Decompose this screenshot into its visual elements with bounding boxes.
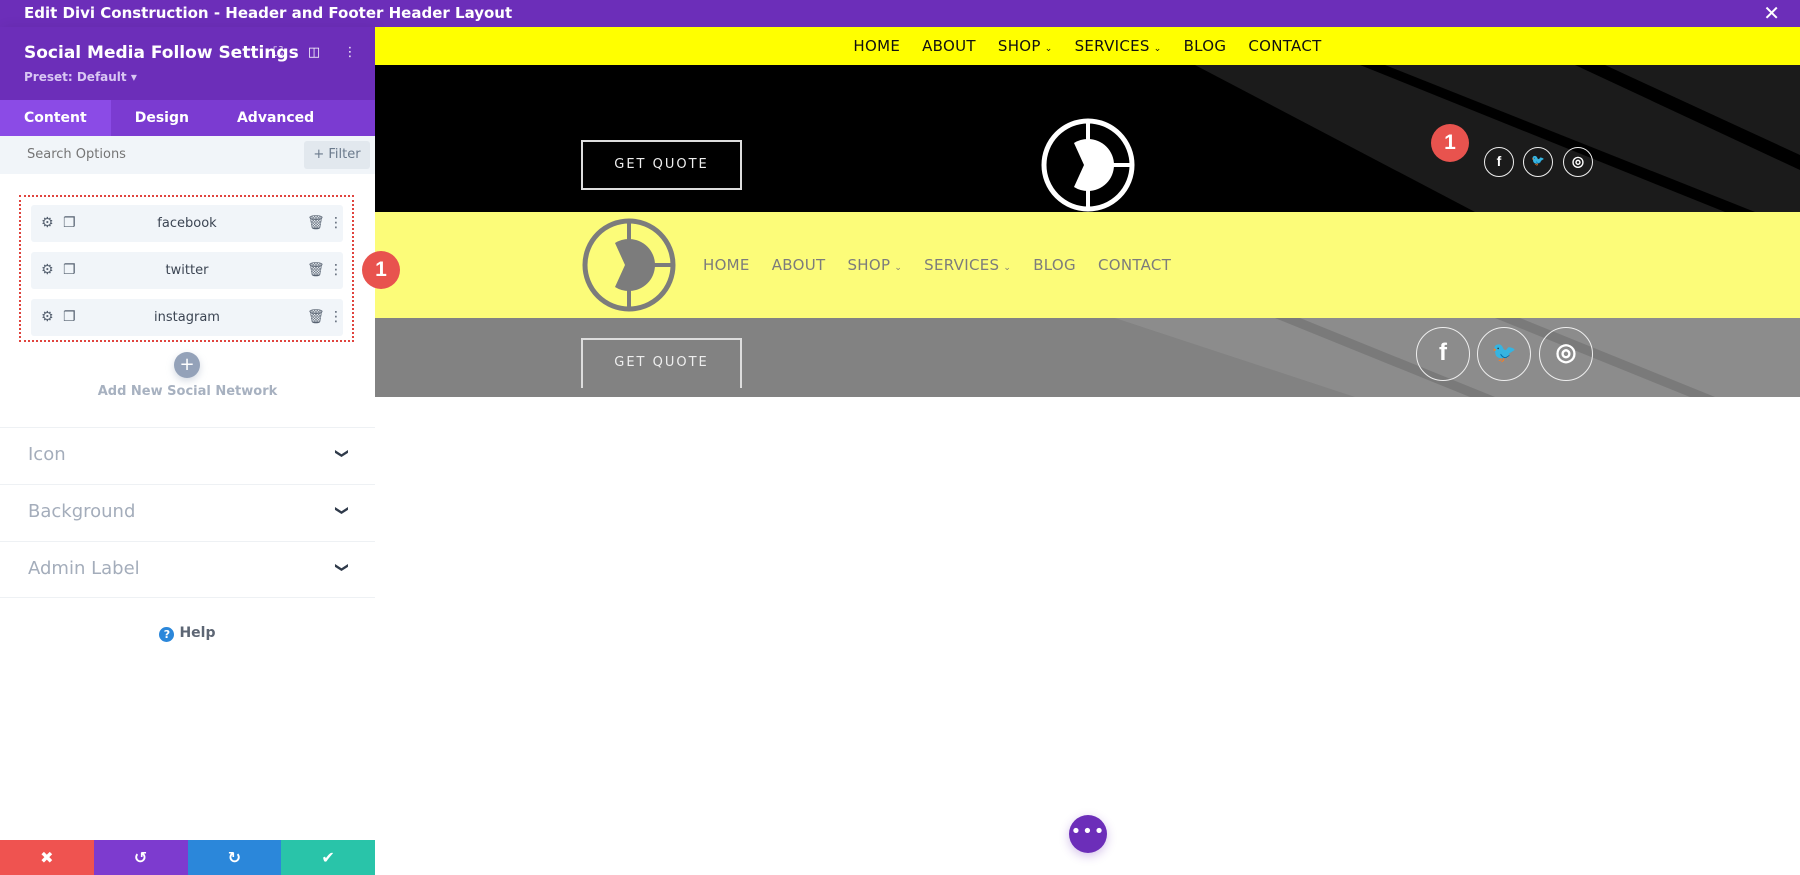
filter-button[interactable]: + Filter [304,141,370,169]
instagram-icon[interactable]: ◎ [1539,327,1593,381]
chevron-down-icon: ⌄ [1003,263,1012,273]
add-network-label[interactable]: Add New Social Network [0,384,375,399]
get-quote-button[interactable]: GET QUOTE [581,140,742,190]
accordion-label: Background [28,501,136,522]
nav-blog[interactable]: BLOG [1184,37,1227,55]
chevron-down-icon: ❯ [334,505,350,516]
fullscreen-icon[interactable]: ⛶ [271,45,285,60]
more-icon[interactable]: ⋮ [329,252,343,289]
nav-about[interactable]: ABOUT [922,37,976,55]
more-options-icon[interactable]: ⋮ [343,45,357,60]
trash-icon[interactable]: 🗑 [307,205,325,242]
chevron-down-icon: ❯ [334,562,350,573]
get-quote-button[interactable]: GET QUOTE [581,338,742,388]
trash-icon[interactable]: 🗑 [307,299,325,336]
nav-contact[interactable]: CONTACT [1248,37,1321,55]
nav-shop[interactable]: SHOP ⌄ [998,37,1053,55]
more-icon[interactable]: ⋮ [329,299,343,336]
undo-button[interactable]: ↺ [93,840,188,875]
accordion-admin-label[interactable]: Admin Label ❯ [0,541,375,598]
twitter-icon[interactable]: 🐦 [1477,327,1531,381]
sidebar-header: Social Media Follow Settings Preset: Def… [0,27,375,100]
nav-services[interactable]: SERVICES ⌄ [924,256,1011,274]
tab-design[interactable]: Design [111,100,213,136]
window-title: Edit Divi Construction - Header and Foot… [24,4,513,22]
facebook-icon[interactable]: f [1416,327,1470,381]
builder-canvas: HOME ABOUT SHOP ⌄ SERVICES ⌄ BLOG CONTACT … [375,27,1800,875]
page-settings-button[interactable]: ••• [1069,815,1107,853]
nav-about[interactable]: ABOUT [772,256,826,274]
close-icon[interactable]: ✕ [1763,0,1780,27]
split-view-icon[interactable]: ◫ [307,45,321,60]
help-link[interactable]: ? Help [0,625,375,642]
header-black-section: GET QUOTE 1 f 🐦 ◎ [375,65,1800,212]
site-logo-gray[interactable] [581,217,677,313]
social-network-list: ⚙ ❐ facebook 🗑 ⋮ ⚙ ❐ twitter 🗑 ⋮ ⚙ ❐ ins… [19,195,354,342]
window-titlebar: Edit Divi Construction - Header and Foot… [0,0,1800,27]
chevron-down-icon: ⌄ [894,263,903,273]
list-item-facebook[interactable]: ⚙ ❐ facebook 🗑 ⋮ [31,205,343,242]
nav-services[interactable]: SERVICES ⌄ [1075,37,1162,55]
accordion-label: Admin Label [28,558,140,579]
facebook-icon[interactable]: f [1484,147,1514,177]
annotation-badge: 1 [1431,124,1469,162]
accordion-label: Icon [28,444,66,465]
network-label: twitter [165,263,209,278]
search-options-input[interactable] [27,136,257,174]
discard-button[interactable]: ✖ [0,840,94,875]
tab-advanced[interactable]: Advanced [213,100,338,136]
module-settings-title: Social Media Follow Settings [24,43,299,63]
top-menu-bar: HOME ABOUT SHOP ⌄ SERVICES ⌄ BLOG CONTACT [375,27,1800,65]
redo-button[interactable]: ↻ [187,840,282,875]
site-logo[interactable] [1040,117,1136,212]
network-label: instagram [154,310,220,325]
settings-tabs: Content Design Advanced [0,100,375,136]
preset-dropdown[interactable]: Preset: Default ▾ [24,70,137,84]
accordion-background[interactable]: Background ❯ [0,484,375,541]
chevron-down-icon: ⌄ [1153,44,1162,54]
help-label: Help [179,625,216,641]
twitter-icon[interactable]: 🐦 [1523,147,1553,177]
add-network-button[interactable]: + [174,352,200,378]
list-item-twitter[interactable]: ⚙ ❐ twitter 🗑 ⋮ [31,252,343,289]
trash-icon[interactable]: 🗑 [307,252,325,289]
header-gray-section: GET QUOTE f 🐦 ◎ [375,318,1800,397]
yellow-menu: HOME ABOUT SHOP ⌄ SERVICES ⌄ BLOG CONTACT [703,212,1171,318]
nav-home[interactable]: HOME [703,256,750,274]
nav-shop[interactable]: SHOP ⌄ [847,256,902,274]
action-bar: ✖ ↺ ↻ ✔ [0,840,375,875]
more-icon[interactable]: ⋮ [329,205,343,242]
help-icon: ? [159,627,175,642]
accordion-icon[interactable]: Icon ❯ [0,427,375,484]
save-button[interactable]: ✔ [281,840,375,875]
nav-home[interactable]: HOME [853,37,900,55]
search-bar: + Filter [0,136,375,174]
list-item-instagram[interactable]: ⚙ ❐ instagram 🗑 ⋮ [31,299,343,336]
annotation-badge: 1 [362,251,400,289]
header-yellow-section: HOME ABOUT SHOP ⌄ SERVICES ⌄ BLOG CONTACT [375,212,1800,318]
network-label: facebook [157,216,217,231]
chevron-down-icon: ⌄ [1044,44,1053,54]
chevron-down-icon: ❯ [334,448,350,459]
settings-sidebar: Social Media Follow Settings Preset: Def… [0,27,400,875]
nav-blog[interactable]: BLOG [1033,256,1076,274]
tab-content[interactable]: Content [0,100,111,136]
nav-contact[interactable]: CONTACT [1098,256,1171,274]
instagram-icon[interactable]: ◎ [1563,147,1593,177]
